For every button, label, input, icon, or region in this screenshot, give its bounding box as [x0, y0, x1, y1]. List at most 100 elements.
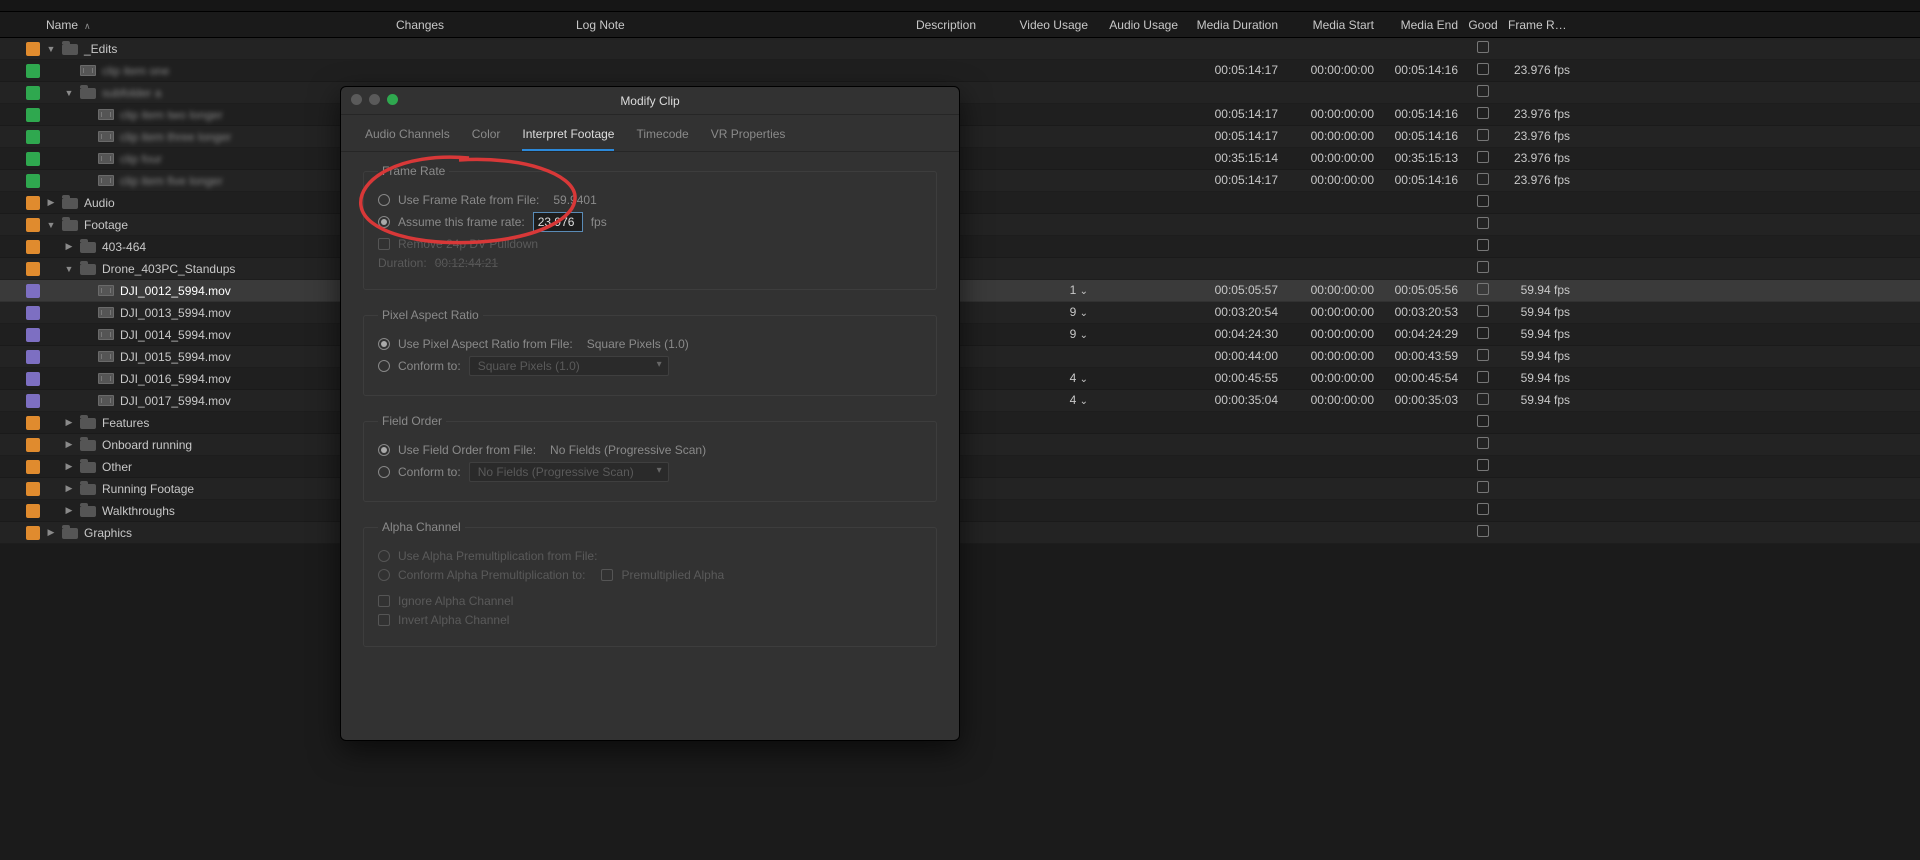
- good-checkbox[interactable]: [1477, 393, 1489, 405]
- label-color-chip[interactable]: [26, 152, 40, 166]
- tab-interpret-footage[interactable]: Interpret Footage: [522, 127, 614, 151]
- good-checkbox[interactable]: [1477, 151, 1489, 163]
- radio-use-frame-rate-from-file[interactable]: [378, 194, 390, 206]
- assume-frame-rate-input[interactable]: [533, 212, 583, 232]
- clip-row[interactable]: ▶clip item two longer00:05:14:1700:00:00…: [0, 104, 1920, 126]
- good-checkbox[interactable]: [1477, 63, 1489, 75]
- bin-row[interactable]: ▶Walkthroughs: [0, 500, 1920, 522]
- clip-row[interactable]: ▶DJI_0014_5994.mov9 ⌄00:04:24:3000:00:00…: [0, 324, 1920, 346]
- label-color-chip[interactable]: [26, 482, 40, 496]
- minimize-icon[interactable]: [369, 94, 380, 105]
- good-checkbox[interactable]: [1477, 503, 1489, 515]
- bin-row[interactable]: ▼Drone_403PC_Standups: [0, 258, 1920, 280]
- bin-row[interactable]: ▶Other: [0, 456, 1920, 478]
- chevron-down-icon[interactable]: ▼: [46, 44, 56, 54]
- col-frame-rate[interactable]: Frame Rate: [1508, 18, 1574, 32]
- label-color-chip[interactable]: [26, 416, 40, 430]
- bin-row[interactable]: ▼_Edits: [0, 38, 1920, 60]
- field-conform-select[interactable]: No Fields (Progressive Scan): [469, 462, 669, 482]
- clip-row[interactable]: ▶DJI_0012_5994.mov1 ⌄00:05:05:5700:00:00…: [0, 280, 1920, 302]
- label-color-chip[interactable]: [26, 86, 40, 100]
- dialog-titlebar[interactable]: Modify Clip: [341, 87, 959, 115]
- chevron-right-icon[interactable]: ▶: [64, 417, 74, 428]
- clip-row[interactable]: ▶DJI_0016_5994.mov4 ⌄00:00:45:5500:00:00…: [0, 368, 1920, 390]
- bin-row[interactable]: ▶Onboard running: [0, 434, 1920, 456]
- label-color-chip[interactable]: [26, 240, 40, 254]
- bin-row[interactable]: ▶Graphics: [0, 522, 1920, 544]
- good-checkbox[interactable]: [1477, 85, 1489, 97]
- col-log-note[interactable]: Log Note: [576, 18, 826, 32]
- col-video-usage[interactable]: Video Usage: [1006, 18, 1088, 32]
- chevron-right-icon[interactable]: ▶: [64, 461, 74, 472]
- good-checkbox[interactable]: [1477, 415, 1489, 427]
- col-description[interactable]: Description: [826, 18, 1006, 32]
- label-color-chip[interactable]: [26, 328, 40, 342]
- chevron-down-icon[interactable]: ⌄: [1080, 308, 1088, 319]
- good-checkbox[interactable]: [1477, 239, 1489, 251]
- close-icon[interactable]: [351, 94, 362, 105]
- chevron-right-icon[interactable]: ▶: [64, 483, 74, 494]
- radio-par-conform[interactable]: [378, 360, 390, 372]
- good-checkbox[interactable]: [1477, 305, 1489, 317]
- radio-par-from-file[interactable]: [378, 338, 390, 350]
- good-checkbox[interactable]: [1477, 349, 1489, 361]
- bin-row[interactable]: ▶Audio: [0, 192, 1920, 214]
- label-color-chip[interactable]: [26, 262, 40, 276]
- tab-vr-properties[interactable]: VR Properties: [711, 127, 786, 151]
- label-color-chip[interactable]: [26, 504, 40, 518]
- tab-timecode[interactable]: Timecode: [636, 127, 688, 151]
- good-checkbox[interactable]: [1477, 481, 1489, 493]
- col-media-duration[interactable]: Media Duration: [1178, 18, 1278, 32]
- label-color-chip[interactable]: [26, 460, 40, 474]
- good-checkbox[interactable]: [1477, 459, 1489, 471]
- bin-row[interactable]: ▶403-464: [0, 236, 1920, 258]
- bin-row[interactable]: ▼Footage: [0, 214, 1920, 236]
- label-color-chip[interactable]: [26, 284, 40, 298]
- chevron-right-icon[interactable]: ▶: [46, 527, 56, 538]
- good-checkbox[interactable]: [1477, 217, 1489, 229]
- chevron-right-icon[interactable]: ▶: [64, 439, 74, 450]
- label-color-chip[interactable]: [26, 108, 40, 122]
- good-checkbox[interactable]: [1477, 371, 1489, 383]
- label-color-chip[interactable]: [26, 196, 40, 210]
- maximize-icon[interactable]: [387, 94, 398, 105]
- tab-color[interactable]: Color: [472, 127, 501, 151]
- col-media-end[interactable]: Media End: [1374, 18, 1458, 32]
- chevron-down-icon[interactable]: ⌄: [1080, 330, 1088, 341]
- radio-field-conform[interactable]: [378, 466, 390, 478]
- chevron-right-icon[interactable]: ▶: [64, 505, 74, 516]
- clip-row[interactable]: ▶clip four00:35:15:1400:00:00:0000:35:15…: [0, 148, 1920, 170]
- col-audio-usage[interactable]: Audio Usage: [1088, 18, 1178, 32]
- clip-row[interactable]: ▶clip item five longer00:05:14:1700:00:0…: [0, 170, 1920, 192]
- chevron-down-icon[interactable]: ⌄: [1080, 396, 1088, 407]
- clip-row[interactable]: ▶clip item one00:05:14:1700:00:00:0000:0…: [0, 60, 1920, 82]
- good-checkbox[interactable]: [1477, 41, 1489, 53]
- label-color-chip[interactable]: [26, 438, 40, 452]
- label-color-chip[interactable]: [26, 350, 40, 364]
- chevron-right-icon[interactable]: ▶: [46, 197, 56, 208]
- chevron-down-icon[interactable]: ▼: [46, 220, 56, 230]
- chevron-right-icon[interactable]: ▶: [64, 241, 74, 252]
- label-color-chip[interactable]: [26, 130, 40, 144]
- good-checkbox[interactable]: [1477, 129, 1489, 141]
- chevron-down-icon[interactable]: ▼: [64, 88, 74, 98]
- good-checkbox[interactable]: [1477, 437, 1489, 449]
- radio-assume-frame-rate[interactable]: [378, 216, 390, 228]
- col-name[interactable]: Name∧: [46, 18, 396, 32]
- clip-row[interactable]: ▶DJI_0015_5994.mov00:00:44:0000:00:00:00…: [0, 346, 1920, 368]
- clip-row[interactable]: ▶DJI_0017_5994.mov4 ⌄00:00:35:0400:00:00…: [0, 390, 1920, 412]
- bin-row[interactable]: ▶Running Footage: [0, 478, 1920, 500]
- radio-field-from-file[interactable]: [378, 444, 390, 456]
- good-checkbox[interactable]: [1477, 327, 1489, 339]
- chevron-down-icon[interactable]: ⌄: [1080, 286, 1088, 297]
- good-checkbox[interactable]: [1477, 173, 1489, 185]
- par-conform-select[interactable]: Square Pixels (1.0): [469, 356, 669, 376]
- col-good[interactable]: Good: [1458, 18, 1508, 32]
- label-color-chip[interactable]: [26, 64, 40, 78]
- label-color-chip[interactable]: [26, 306, 40, 320]
- good-checkbox[interactable]: [1477, 283, 1489, 295]
- label-color-chip[interactable]: [26, 394, 40, 408]
- col-media-start[interactable]: Media Start: [1278, 18, 1374, 32]
- good-checkbox[interactable]: [1477, 261, 1489, 273]
- label-color-chip[interactable]: [26, 218, 40, 232]
